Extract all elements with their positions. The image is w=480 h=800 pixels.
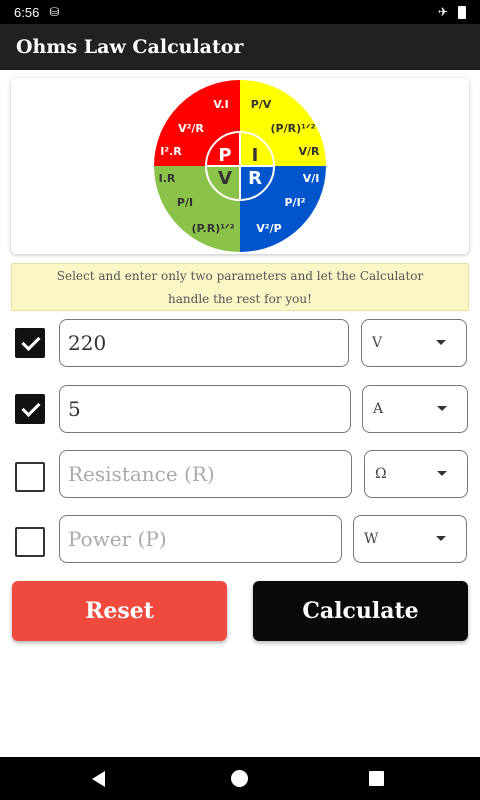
power-checkbox[interactable] (15, 527, 45, 557)
status-time: 6:56 (14, 4, 40, 20)
formula-r-1: V/I (303, 172, 320, 185)
formula-i-2: (P/R)¹ᐟ² (271, 122, 316, 135)
formula-i-1: P/V (251, 98, 272, 111)
current-input[interactable]: 5 (59, 385, 351, 433)
formula-r-3: V²/P (256, 222, 281, 235)
current-unit-value: A (373, 401, 384, 417)
formula-v-3: (P.R)¹ᐟ² (191, 222, 234, 235)
chevron-down-icon (436, 340, 446, 345)
calculate-button[interactable]: Calculate (253, 581, 468, 641)
letter-v: V (218, 168, 232, 189)
resistance-input[interactable]: Resistance (R) (59, 450, 352, 498)
power-row: Power (P) W (0, 515, 480, 563)
sim-icon: ⛁ (49, 5, 60, 19)
letter-r: R (248, 168, 262, 189)
power-input[interactable]: Power (P) (59, 515, 342, 563)
reset-button[interactable]: Reset (12, 581, 227, 641)
hint-line-2: handle the rest for you! (168, 292, 312, 306)
app-bar: Ohms Law Calculator (0, 24, 480, 70)
current-row: 5 A (0, 385, 480, 433)
system-nav-bar (0, 757, 480, 800)
chevron-down-icon (437, 406, 447, 411)
voltage-row: 220 V (0, 319, 480, 367)
voltage-input[interactable]: 220 (59, 319, 349, 367)
status-bar: 6:56 ⛁ ✈ (0, 0, 480, 24)
current-checkbox[interactable] (15, 394, 45, 424)
formula-p-2: V²/R (178, 122, 204, 135)
resistance-row: Resistance (R) Ω (0, 450, 480, 498)
airplane-icon: ✈ (437, 5, 448, 19)
resistance-unit-select[interactable]: Ω (364, 450, 468, 498)
formula-p-1: V.I (213, 98, 228, 111)
ohms-law-wheel: P I V R V.I V²/R I².R P/V (P/R)¹ᐟ² V/R V… (154, 80, 326, 252)
recents-icon[interactable] (369, 771, 384, 786)
app-title: Ohms Law Calculator (16, 36, 244, 58)
formula-v-2: P/I (177, 196, 193, 209)
formula-p-3: I².R (160, 145, 182, 158)
battery-icon (458, 5, 466, 19)
voltage-unit-value: V (372, 335, 383, 351)
letter-i: I (252, 145, 259, 166)
home-icon[interactable] (231, 770, 248, 787)
letter-p: P (218, 145, 231, 166)
back-icon[interactable] (92, 771, 105, 787)
current-unit-select[interactable]: A (362, 385, 468, 433)
resistance-unit-value: Ω (375, 466, 387, 482)
voltage-checkbox[interactable] (15, 328, 45, 358)
chevron-down-icon (436, 536, 446, 541)
formula-i-3: V/R (298, 145, 320, 158)
instruction-hint: Select and enter only two parameters and… (11, 263, 469, 311)
voltage-unit-select[interactable]: V (361, 319, 467, 367)
resistance-checkbox[interactable] (15, 462, 45, 492)
formula-v-1: I.R (159, 172, 176, 185)
power-unit-select[interactable]: W (353, 515, 467, 563)
formula-r-2: P/I² (285, 196, 306, 209)
power-unit-value: W (364, 531, 379, 547)
formula-wheel-card: P I V R V.I V²/R I².R P/V (P/R)¹ᐟ² V/R V… (11, 78, 469, 254)
hint-line-1: Select and enter only two parameters and… (56, 269, 424, 283)
chevron-down-icon (437, 471, 447, 476)
